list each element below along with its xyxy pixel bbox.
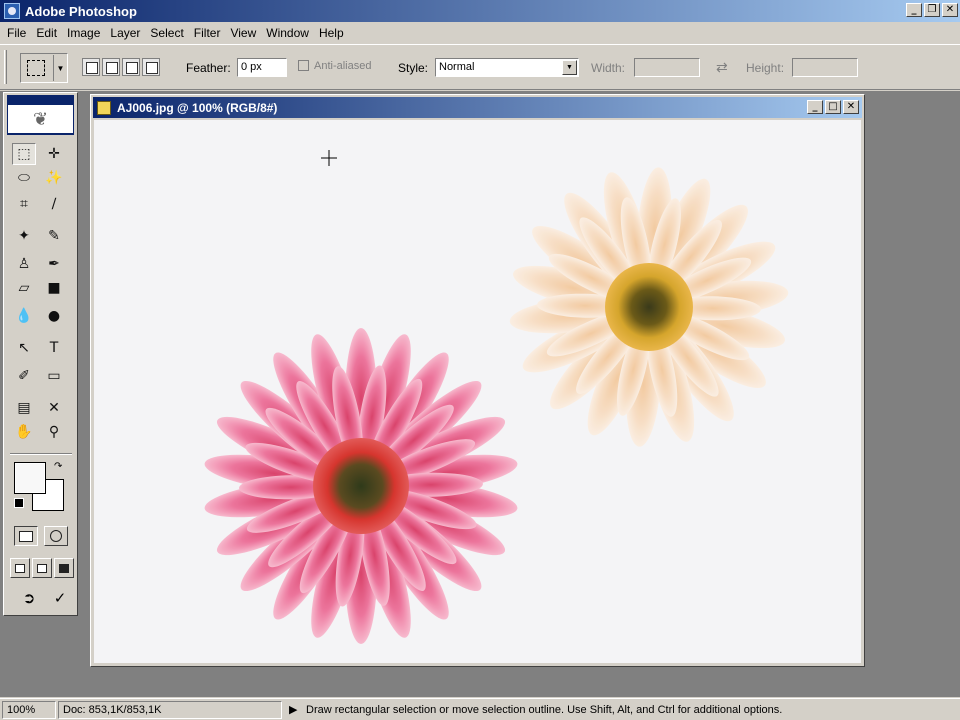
swap-dimensions-icon[interactable]: ⇄ — [716, 59, 728, 76]
feather-label: Feather: — [186, 61, 231, 75]
default-colors-icon[interactable] — [14, 498, 24, 508]
image-canvas[interactable] — [94, 120, 861, 663]
zoom-tool[interactable]: ⚲ — [42, 421, 66, 443]
hand-tool[interactable]: ✋ — [12, 421, 36, 443]
document-window: AJ006.jpg @ 100% (RGB/8#) _ □ ✕ — [90, 94, 865, 667]
healing-brush-tool[interactable]: ✦ — [12, 225, 36, 247]
subtract-from-selection-button[interactable] — [122, 58, 140, 76]
options-bar: ▼ Feather: 0 px Anti-aliased Style: Norm… — [0, 44, 960, 90]
dropdown-arrow-icon: ▼ — [53, 55, 67, 81]
notes-tool[interactable]: ▤ — [12, 397, 36, 419]
doc-minimize-button[interactable]: _ — [807, 100, 823, 114]
toolbox-palette: ❦ ⬚ ✛ ⬭ ✨ ⌗ ∕ ✦ ✎ ♙ ✒ ▱ ■ 💧 ● ↖ T ✐ ▭ ▤ ✕ ✋ ⚲ ↷ ➲ ✓ — [3, 92, 78, 616]
jump-to-imageready-button[interactable]: ➲ — [12, 587, 46, 609]
blur-tool[interactable]: 💧 — [12, 305, 36, 327]
standard-mode-button[interactable] — [14, 526, 38, 546]
crosshair-cursor-icon — [321, 150, 337, 166]
full-screen-mode-button[interactable] — [54, 558, 74, 578]
menu-help[interactable]: Help — [314, 26, 349, 40]
rectangle-tool[interactable]: ▭ — [42, 365, 66, 387]
full-screen-menu-mode-button[interactable] — [32, 558, 52, 578]
document-title-bar[interactable]: AJ006.jpg @ 100% (RGB/8#) _ □ ✕ — [93, 97, 862, 118]
crop-tool[interactable]: ⌗ — [12, 193, 36, 215]
standard-screen-mode-button[interactable] — [10, 558, 30, 578]
height-input[interactable] — [792, 58, 858, 77]
brush-tool[interactable]: ✎ — [42, 225, 66, 247]
screen-mode-icon — [59, 563, 69, 573]
menu-file[interactable]: File — [2, 26, 31, 40]
antialiased-checkbox[interactable] — [298, 60, 309, 71]
screen-mode-icon — [15, 563, 25, 573]
menu-select[interactable]: Select — [145, 26, 188, 40]
document-icon — [97, 100, 111, 115]
quick-mask-mode-button[interactable] — [44, 526, 68, 546]
checkmark-icon: ✓ — [53, 590, 67, 607]
status-hint-text: Draw rectangular selection or move selec… — [306, 704, 783, 716]
width-label: Width: — [591, 61, 626, 75]
menu-bar: File Edit Image Layer Select Filter View… — [0, 22, 960, 44]
menu-image[interactable]: Image — [62, 26, 105, 40]
doc-close-button[interactable]: ✕ — [843, 100, 859, 114]
magic-wand-tool[interactable]: ✨ — [42, 167, 66, 189]
screen-mode-icon — [37, 563, 47, 573]
pink-daisy-center — [313, 438, 409, 534]
standard-mode-icon — [19, 530, 33, 542]
path-selection-tool[interactable]: ↖ — [12, 337, 36, 359]
pen-tool[interactable]: ✐ — [12, 365, 36, 387]
move-tool[interactable]: ✛ — [42, 143, 66, 165]
style-label: Style: — [398, 61, 429, 75]
toolbox-divider — [10, 453, 72, 455]
daisy-photo — [204, 150, 789, 644]
app-title-bar[interactable]: Adobe Photoshop _ ❐ ✕ — [0, 0, 960, 22]
foreground-color-swatch[interactable] — [14, 462, 46, 494]
zoom-level-field[interactable]: 100% — [2, 701, 56, 719]
feather-logo-icon[interactable]: ❦ — [8, 105, 73, 133]
lasso-tool[interactable]: ⬭ — [12, 167, 36, 189]
selection-mode-group — [82, 58, 160, 76]
app-title: Adobe Photoshop — [25, 3, 137, 19]
add-to-selection-button[interactable] — [102, 58, 120, 76]
width-input[interactable] — [634, 58, 700, 77]
menu-layer[interactable]: Layer — [105, 26, 145, 40]
document-size-field[interactable]: Doc: 853,1K/853,1K — [58, 701, 282, 719]
new-selection-button[interactable] — [82, 58, 100, 76]
tool-preset-picker[interactable]: ▼ — [20, 53, 68, 83]
clone-stamp-tool[interactable]: ♙ — [12, 253, 36, 275]
status-bar: 100% Doc: 853,1K/853,1K ▶ Draw rectangul… — [0, 698, 960, 720]
menu-window[interactable]: Window — [261, 26, 314, 40]
eraser-tool[interactable]: ▱ — [12, 277, 36, 299]
style-select[interactable]: Normal ▼ — [435, 58, 579, 77]
swap-colors-icon[interactable]: ↷ — [54, 461, 62, 472]
restore-button[interactable]: ❐ — [924, 3, 940, 17]
close-button[interactable]: ✕ — [942, 3, 958, 17]
minimize-button[interactable]: _ — [906, 3, 922, 17]
dodge-tool[interactable]: ● — [42, 305, 66, 327]
intersect-selection-button[interactable] — [142, 58, 160, 76]
menu-edit[interactable]: Edit — [31, 26, 62, 40]
gradient-tool[interactable]: ■ — [42, 277, 66, 299]
imageready-icon: ➲ — [22, 590, 36, 607]
menu-view[interactable]: View — [225, 26, 261, 40]
options-bar-grip[interactable] — [4, 50, 7, 84]
menu-filter[interactable]: Filter — [189, 26, 226, 40]
status-menu-arrow-icon[interactable]: ▶ — [289, 703, 297, 716]
doc-maximize-button[interactable]: □ — [825, 100, 841, 114]
quick-mask-icon — [50, 530, 62, 542]
slice-tool[interactable]: ∕ — [42, 193, 66, 215]
eyedropper-tool[interactable]: ✕ — [42, 397, 66, 419]
photoshop-app-icon — [4, 3, 20, 19]
document-title: AJ006.jpg @ 100% (RGB/8#) — [117, 100, 278, 115]
cream-daisy-center — [605, 263, 693, 351]
style-select-value: Normal — [439, 61, 475, 73]
edit-in-imageready-button[interactable]: ✓ — [48, 587, 72, 609]
feather-input[interactable]: 0 px — [237, 58, 287, 77]
marquee-icon — [27, 60, 45, 76]
rectangular-marquee-tool[interactable]: ⬚ — [12, 143, 36, 165]
history-brush-tool[interactable]: ✒ — [42, 253, 66, 275]
chevron-down-icon: ▼ — [562, 60, 577, 75]
type-tool[interactable]: T — [42, 337, 66, 359]
antialiased-label: Anti-aliased — [314, 60, 372, 72]
height-label: Height: — [746, 61, 785, 75]
